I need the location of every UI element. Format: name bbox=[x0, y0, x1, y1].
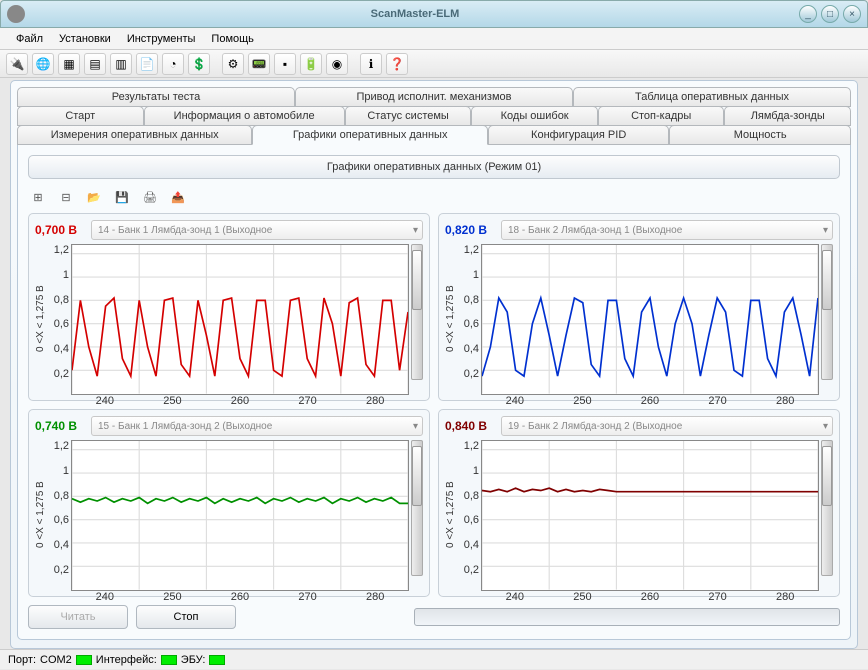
plot-area bbox=[71, 244, 409, 395]
chart-current-value: 0,740 В bbox=[35, 419, 85, 433]
chart-scrollbar[interactable] bbox=[411, 244, 423, 380]
tabs-row-3: Измерения оперативных данных Графики опе… bbox=[17, 125, 851, 145]
tab-actuators[interactable]: Привод исполнит. механизмов bbox=[295, 87, 573, 107]
y-axis-ticks: 1,210,80,60,40,2 bbox=[457, 440, 481, 590]
tab-freeze-frames[interactable]: Стоп-кадры bbox=[598, 106, 725, 126]
menu-file[interactable]: Файл bbox=[8, 30, 51, 48]
titlebar: ScanMaster-ELM _ □ × bbox=[0, 0, 868, 28]
print-icon[interactable]: 🖨 bbox=[140, 187, 160, 207]
ecu-led-icon bbox=[209, 655, 225, 665]
tab-live-charts[interactable]: Графики оперативных данных bbox=[252, 125, 487, 145]
y-axis-ticks: 1,210,80,60,40,2 bbox=[47, 244, 71, 394]
menu-settings[interactable]: Установки bbox=[51, 30, 119, 48]
tool-globe-icon[interactable]: 🌐 bbox=[32, 53, 54, 75]
plot-area bbox=[71, 440, 409, 591]
y-axis-ticks: 1,210,80,60,40,2 bbox=[457, 244, 481, 394]
chart-sensor-select[interactable]: 15 - Банк 1 Лямбда-зонд 2 (Выходное bbox=[91, 416, 423, 436]
save-icon[interactable]: 💾 bbox=[112, 187, 132, 207]
chart-1: 0,820 В 18 - Банк 2 Лямбда-зонд 1 (Выходн… bbox=[438, 213, 840, 401]
stop-button[interactable]: Стоп bbox=[136, 605, 236, 629]
y-axis-label: 0 <X < 1,275 В bbox=[445, 440, 457, 590]
tool-report-icon[interactable]: 📄 bbox=[136, 53, 158, 75]
collapse-all-icon[interactable]: ⊟ bbox=[56, 187, 76, 207]
tool-help-icon[interactable]: ❓ bbox=[386, 53, 408, 75]
maximize-button[interactable]: □ bbox=[821, 5, 839, 23]
tabs-row-1: Результаты теста Привод исполнит. механи… bbox=[17, 87, 851, 107]
expand-all-icon[interactable]: ⊞ bbox=[28, 187, 48, 207]
chart-toolbar: ⊞ ⊟ 📂 💾 🖨 📤 bbox=[28, 185, 840, 209]
tool-grid1-icon[interactable]: ▦ bbox=[58, 53, 80, 75]
menu-tools[interactable]: Инструменты bbox=[119, 30, 204, 48]
x-axis-ticks: 240250260270280 bbox=[481, 591, 819, 603]
chart-scrollbar[interactable] bbox=[821, 440, 833, 576]
plot-area bbox=[481, 440, 819, 591]
chart-scrollbar[interactable] bbox=[411, 440, 423, 576]
status-bar: Порт: COM2 Интерфейс: ЭБУ: bbox=[0, 649, 868, 669]
tool-money-icon[interactable]: 💲 bbox=[188, 53, 210, 75]
plot-area bbox=[481, 244, 819, 395]
x-axis-ticks: 240250260270280 bbox=[71, 395, 409, 407]
chart-current-value: 0,820 В bbox=[445, 223, 495, 237]
chart-current-value: 0,700 В bbox=[35, 223, 85, 237]
iface-led-icon bbox=[161, 655, 177, 665]
x-axis-ticks: 240250260270280 bbox=[71, 591, 409, 603]
status-port-value: COM2 bbox=[40, 654, 72, 666]
tab-o2-sensors[interactable]: Лямбда-зонды bbox=[724, 106, 851, 126]
x-axis-ticks: 240250260270280 bbox=[481, 395, 819, 407]
bottom-bar: Читать Стоп bbox=[28, 605, 840, 629]
tool-disc-icon[interactable]: ◉ bbox=[326, 53, 348, 75]
chart-sensor-select[interactable]: 14 - Банк 1 Лямбда-зонд 1 (Выходное bbox=[91, 220, 423, 240]
tool-connect-icon[interactable]: 🔌 bbox=[6, 53, 28, 75]
charts-grid: 0,700 В 14 - Банк 1 Лямбда-зонд 1 (Выходн… bbox=[28, 213, 840, 597]
menu-help[interactable]: Помощь bbox=[203, 30, 262, 48]
chart-2: 0,740 В 15 - Банк 1 Лямбда-зонд 2 (Выходн… bbox=[28, 409, 430, 597]
tool-grid2-icon[interactable]: ▤ bbox=[84, 53, 106, 75]
minimize-button[interactable]: _ bbox=[799, 5, 817, 23]
chart-scrollbar[interactable] bbox=[821, 244, 833, 380]
window-title: ScanMaster-ELM bbox=[31, 8, 799, 20]
tab-test-results[interactable]: Результаты теста bbox=[17, 87, 295, 107]
tool-info-icon[interactable]: ℹ bbox=[360, 53, 382, 75]
tab-live-measure[interactable]: Измерения оперативных данных bbox=[17, 125, 252, 145]
tool-gauge-icon[interactable]: ◔ bbox=[162, 53, 184, 75]
tab-power[interactable]: Мощность bbox=[669, 125, 851, 145]
status-port-label: Порт: bbox=[8, 654, 36, 666]
tool-terminal-icon[interactable]: ▪ bbox=[274, 53, 296, 75]
chart-sensor-select[interactable]: 19 - Банк 2 Лямбда-зонд 2 (Выходное bbox=[501, 416, 833, 436]
tool-list-icon[interactable]: ▥ bbox=[110, 53, 132, 75]
y-axis-label: 0 <X < 1,275 В bbox=[35, 440, 47, 590]
main-toolbar: 🔌 🌐 ▦ ▤ ▥ 📄 ◔ 💲 ⚙ 📟 ▪ 🔋 ◉ ℹ ❓ bbox=[0, 50, 868, 78]
chart-0: 0,700 В 14 - Банк 1 Лямбда-зонд 1 (Выходн… bbox=[28, 213, 430, 401]
port-led-icon bbox=[76, 655, 92, 665]
chart-3: 0,840 В 19 - Банк 2 Лямбда-зонд 2 (Выходн… bbox=[438, 409, 840, 597]
chart-current-value: 0,840 В bbox=[445, 419, 495, 433]
tool-device-icon[interactable]: 📟 bbox=[248, 53, 270, 75]
tab-dtc[interactable]: Коды ошибок bbox=[471, 106, 598, 126]
app-icon bbox=[7, 5, 25, 23]
section-title: Графики оперативных данных (Режим 01) bbox=[28, 155, 840, 179]
tool-pref-icon[interactable]: ⚙ bbox=[222, 53, 244, 75]
open-icon[interactable]: 📂 bbox=[84, 187, 104, 207]
tool-battery-icon[interactable]: 🔋 bbox=[300, 53, 322, 75]
charts-panel: Графики оперативных данных (Режим 01) ⊞ … bbox=[17, 144, 851, 640]
tab-vehicle-info[interactable]: Информация о автомобиле bbox=[144, 106, 345, 126]
export-icon[interactable]: 📤 bbox=[168, 187, 188, 207]
tab-live-table[interactable]: Таблица оперативных данных bbox=[573, 87, 851, 107]
chart-sensor-select[interactable]: 18 - Банк 2 Лямбда-зонд 1 (Выходное bbox=[501, 220, 833, 240]
progress-bar bbox=[414, 608, 840, 626]
status-ecu-label: ЭБУ: bbox=[181, 654, 206, 666]
menubar: Файл Установки Инструменты Помощь bbox=[0, 28, 868, 50]
y-axis-label: 0 <X < 1,275 В bbox=[445, 244, 457, 394]
tab-pid-config[interactable]: Конфигурация PID bbox=[488, 125, 670, 145]
y-axis-label: 0 <X < 1,275 В bbox=[35, 244, 47, 394]
y-axis-ticks: 1,210,80,60,40,2 bbox=[47, 440, 71, 590]
main-panel: Результаты теста Привод исполнит. механи… bbox=[10, 80, 858, 649]
read-button: Читать bbox=[28, 605, 128, 629]
tabs-row-2: Старт Информация о автомобиле Статус сис… bbox=[17, 106, 851, 126]
status-iface-label: Интерфейс: bbox=[96, 654, 157, 666]
tab-start[interactable]: Старт bbox=[17, 106, 144, 126]
tab-system-status[interactable]: Статус системы bbox=[345, 106, 472, 126]
close-button[interactable]: × bbox=[843, 5, 861, 23]
